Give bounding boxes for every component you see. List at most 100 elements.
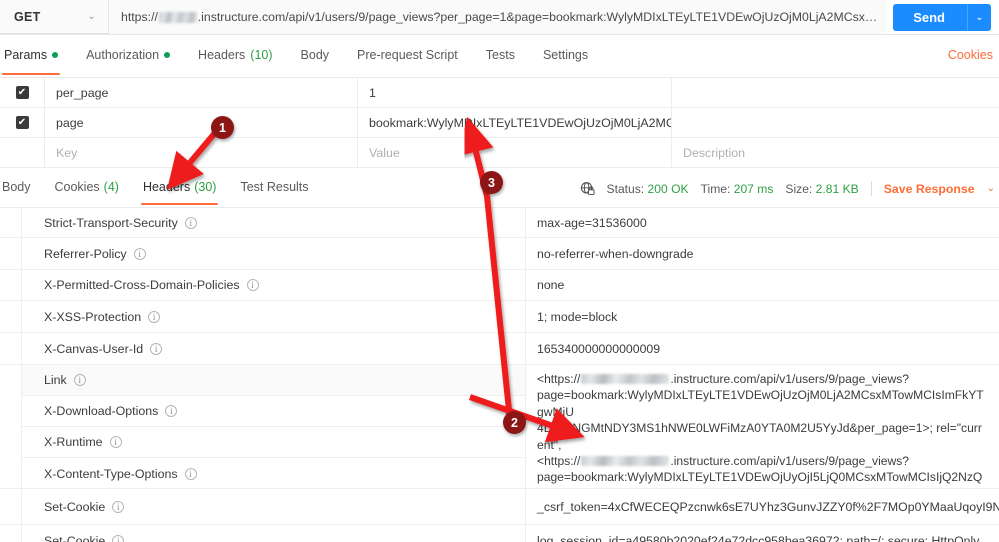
table-row-empty[interactable]: Key Value Description: [0, 138, 999, 168]
save-response-button[interactable]: Save Response: [884, 182, 975, 196]
table-row[interactable]: Strict-Transport-Security i max-age=3153…: [0, 208, 999, 238]
redacted-domain: [581, 456, 670, 467]
param-value-placeholder[interactable]: Value: [357, 138, 671, 167]
request-url-input[interactable]: https:// .instructure.com/api/v1/users/9/…: [108, 0, 888, 34]
link-line-1a: <https://: [537, 372, 581, 386]
table-row[interactable]: X-Canvas-User-Id i 165340000000000009: [0, 333, 999, 365]
tab-count: (10): [250, 48, 273, 62]
tab-settings[interactable]: Settings: [529, 48, 602, 75]
chevron-down-icon: ⌄: [87, 11, 96, 22]
row-gutter: [0, 333, 22, 364]
info-icon[interactable]: i: [73, 374, 86, 386]
tab-label: Authorization: [86, 48, 160, 62]
tab-body[interactable]: Body: [287, 48, 344, 75]
header-value: no-referrer-when-downgrade: [537, 246, 694, 261]
tab-label: Headers: [142, 180, 191, 194]
header-name: X-Runtime i: [22, 427, 525, 458]
table-row[interactable]: X-XSS-Protection i 1; mode=block: [0, 301, 999, 333]
info-icon[interactable]: i: [184, 216, 197, 229]
row-checkbox-cell: ✔: [0, 116, 44, 129]
response-headers-table[interactable]: Strict-Transport-Security i max-age=3153…: [0, 208, 999, 542]
info-icon[interactable]: i: [148, 310, 161, 323]
tab-params[interactable]: Params: [0, 48, 72, 75]
response-tab-test-results[interactable]: Test Results: [228, 180, 320, 205]
info-icon[interactable]: i: [133, 247, 146, 260]
header-value: 1; mode=block: [537, 309, 618, 324]
row-gutter: [0, 365, 22, 488]
tab-label: Body: [300, 48, 330, 62]
send-options-caret-icon[interactable]: ⌄: [967, 3, 991, 31]
status-metric: Status: 200 OK: [607, 182, 689, 196]
tab-pre-request-script[interactable]: Pre-request Script: [343, 48, 472, 75]
size-metric: Size: 2.81 KB: [785, 182, 858, 196]
table-row[interactable]: Referrer-Policy i no-referrer-when-downg…: [0, 238, 999, 270]
request-url-bar: GET ⌄ https:// .instructure.com/api/v1/us…: [0, 0, 999, 35]
header-name-text: X-Permitted-Cross-Domain-Policies: [44, 278, 240, 292]
time-metric: Time: 207 ms: [701, 182, 774, 196]
response-meta: Status: 200 OK Time: 207 ms Size: 2.81 K…: [580, 180, 999, 207]
http-method-select[interactable]: GET ⌄: [0, 0, 108, 34]
modified-dot-icon: [52, 52, 59, 58]
header-name: X-Content-Type-Options i: [22, 458, 525, 489]
time-value: 207 ms: [733, 181, 774, 196]
tab-label: Headers: [198, 48, 246, 62]
time-label: Time:: [700, 181, 731, 196]
param-value[interactable]: 1: [357, 78, 671, 107]
header-name-text: Link: [44, 373, 67, 387]
table-row[interactable]: ✔ per_page 1: [0, 78, 999, 108]
link-line-1b: .instructure.com/api/v1/users/9/page_vie…: [670, 372, 910, 386]
table-row[interactable]: Set-Cookie i log_session_id=a49580b2020e…: [0, 525, 999, 542]
tab-authorization[interactable]: Authorization: [72, 48, 184, 75]
info-icon[interactable]: i: [112, 500, 125, 513]
header-name-text: Set-Cookie: [44, 533, 106, 542]
table-row[interactable]: X-Permitted-Cross-Domain-Policies i none: [0, 270, 999, 301]
send-button[interactable]: Send: [893, 3, 967, 31]
param-checkbox[interactable]: ✔: [15, 86, 29, 99]
header-name: Referrer-Policy i: [22, 238, 526, 269]
table-row[interactable]: Set-Cookie i _csrf_token=4xCfWECEQPzcnwk…: [0, 489, 999, 525]
info-icon[interactable]: i: [150, 342, 163, 355]
header-name-text: Referrer-Policy: [44, 246, 127, 261]
link-line-5: page=bookmark:WylyMDIxLTEyLTE1VDEwOjUyOj…: [537, 470, 983, 488]
info-icon[interactable]: i: [246, 279, 259, 291]
url-prefix: https://: [121, 10, 158, 24]
row-checkbox-cell: ✔: [0, 86, 44, 99]
param-description-placeholder[interactable]: Description: [671, 138, 999, 167]
table-row-link[interactable]: Link i X-Download-Options i X-Runtime i …: [0, 365, 999, 489]
response-tab-body[interactable]: Body: [0, 180, 43, 205]
info-icon[interactable]: i: [184, 467, 197, 480]
tab-tests[interactable]: Tests: [472, 48, 529, 75]
response-tab-headers[interactable]: Headers (30): [131, 180, 228, 205]
cookies-link[interactable]: Cookies: [948, 48, 999, 75]
header-name-text: X-Canvas-User-Id: [44, 341, 144, 356]
response-tab-bar: Body Cookies (4) Headers (30) Test Resul…: [0, 169, 999, 208]
param-key-placeholder[interactable]: Key: [44, 138, 357, 167]
redacted-domain: [581, 374, 670, 384]
save-response-caret-icon[interactable]: ⌄: [987, 183, 995, 194]
header-name: X-Download-Options i: [22, 396, 525, 427]
param-key[interactable]: per_page: [44, 78, 357, 107]
link-line-3: 4LTgwNGMtNDY3MS1hNWE0LWFiMzA0YTA0M2U5YyJ…: [537, 421, 982, 452]
table-row[interactable]: ✔ page bookmark:WylyMDIxLTEyLTE1VDEwOjUz…: [0, 108, 999, 138]
response-tab-cookies[interactable]: Cookies (4): [43, 180, 131, 205]
tab-label: Body: [2, 180, 31, 194]
info-icon[interactable]: i: [109, 436, 122, 448]
info-icon[interactable]: i: [165, 405, 178, 417]
header-value: _csrf_token=4xCfWECEQPzcnwk6sE7UYhz3Gunv…: [537, 499, 999, 514]
info-icon[interactable]: i: [112, 534, 125, 542]
param-checkbox[interactable]: ✔: [15, 116, 29, 129]
param-value[interactable]: bookmark:WylyMDIxLTEyLTE1VDEwOjUzOjM0LjA…: [357, 108, 671, 137]
param-description[interactable]: [671, 78, 999, 107]
header-value: none: [537, 278, 565, 292]
size-label: Size:: [785, 181, 813, 196]
tab-label: Cookies: [54, 180, 100, 194]
row-gutter: [0, 270, 22, 300]
param-key[interactable]: page: [44, 108, 357, 137]
header-name: X-Permitted-Cross-Domain-Policies i: [22, 270, 526, 300]
size-value: 2.81 KB: [815, 181, 859, 196]
header-name-text: X-Download-Options: [44, 404, 159, 418]
param-checkbox[interactable]: [16, 146, 29, 159]
redacted-domain: [158, 11, 197, 23]
param-description[interactable]: [671, 108, 999, 137]
tab-headers[interactable]: Headers (10): [184, 48, 286, 75]
